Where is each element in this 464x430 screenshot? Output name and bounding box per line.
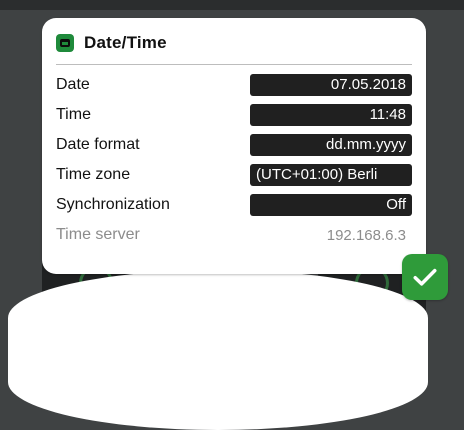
time-server-value: 192.168.6.3 — [326, 226, 406, 244]
settings-list: Date 07.05.2018 Time 11:48 Date format d… — [56, 73, 412, 247]
confirm-button[interactable] — [402, 254, 448, 300]
time-row: Time 11:48 — [56, 103, 412, 127]
time-server-row: Time server 192.168.6.3 — [56, 223, 412, 247]
date-format-row: Date format dd.mm.yyyy — [56, 133, 412, 157]
dialog-divider — [56, 64, 412, 65]
synchronization-row: Synchronization Off — [56, 193, 412, 217]
date-label: Date — [56, 76, 90, 93]
synchronization-select[interactable]: Off — [250, 194, 412, 216]
time-label: Time — [56, 106, 91, 123]
date-field[interactable]: 07.05.2018 — [250, 74, 412, 96]
background-top-strip — [0, 0, 464, 10]
time-zone-label: Time zone — [56, 166, 131, 183]
time-zone-select[interactable]: (UTC+01:00) Berli — [250, 164, 412, 186]
checkmark-icon — [413, 268, 437, 286]
time-field[interactable]: 11:48 — [250, 104, 412, 126]
date-format-select[interactable]: dd.mm.yyyy — [250, 134, 412, 156]
bottom-overlay — [8, 270, 428, 430]
dialog-title: Date/Time — [84, 33, 167, 52]
date-format-label: Date format — [56, 136, 140, 153]
date-row: Date 07.05.2018 — [56, 73, 412, 97]
calendar-icon — [56, 34, 74, 52]
time-zone-row: Time zone (UTC+01:00) Berli — [56, 163, 412, 187]
time-server-label: Time server — [56, 226, 140, 243]
dialog-header: Date/Time — [56, 32, 412, 54]
date-time-dialog: Date/Time Date 07.05.2018 Time 11:48 Dat… — [42, 18, 426, 274]
synchronization-label: Synchronization — [56, 196, 170, 213]
